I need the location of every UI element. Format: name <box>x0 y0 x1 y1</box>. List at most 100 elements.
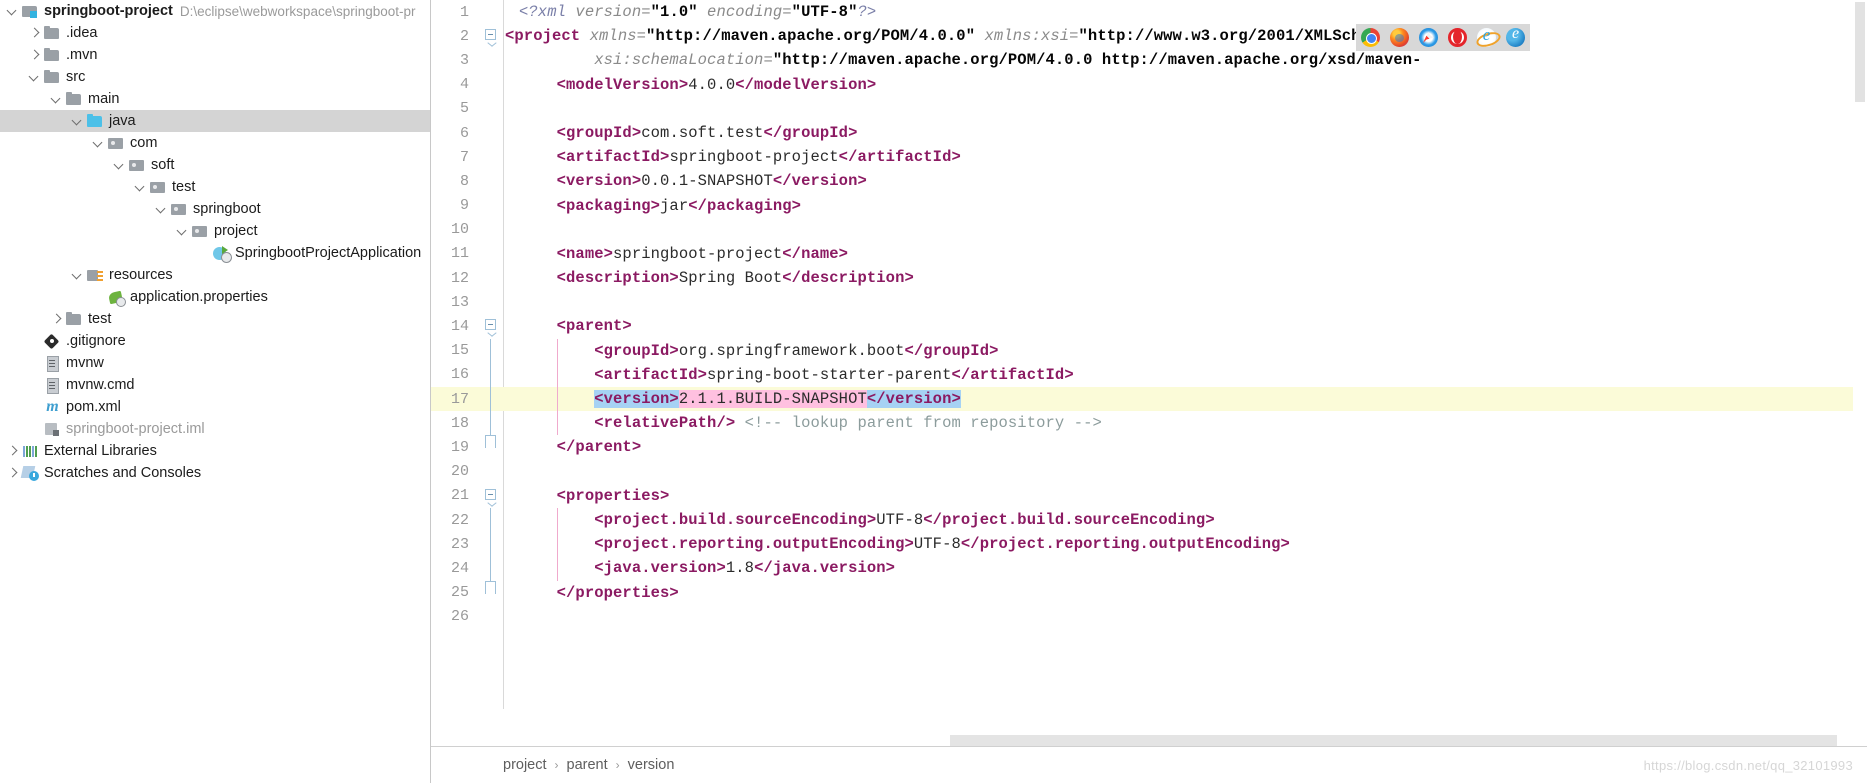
fold-gutter[interactable] <box>479 266 503 290</box>
code-line-text[interactable]: <version>2.1.1.BUILD-SNAPSHOT</version> <box>503 387 1867 412</box>
fold-gutter[interactable] <box>479 556 503 581</box>
fold-gutter[interactable] <box>479 24 503 48</box>
code-line-highlighted[interactable]: 17 <version>2.1.1.BUILD-SNAPSHOT</versio… <box>431 387 1867 412</box>
code-line[interactable]: 26 <box>431 605 1867 629</box>
fold-gutter[interactable] <box>479 314 503 338</box>
code-area[interactable]: 1 <?xml version="1.0" encoding="UTF-8"?>… <box>431 0 1867 709</box>
chevron-down-icon[interactable] <box>134 181 147 194</box>
chevron-down-icon[interactable] <box>155 203 168 216</box>
code-line[interactable]: 23 <project.reporting.outputEncoding>UTF… <box>431 532 1867 557</box>
chevron-right-icon[interactable] <box>28 49 41 62</box>
chevron-down-icon[interactable] <box>71 115 84 128</box>
tree-item-resources[interactable]: resources <box>0 264 430 286</box>
tree-item-project-package[interactable]: project <box>0 220 430 242</box>
code-line[interactable]: 9 <packaging>jar</packaging> <box>431 194 1867 218</box>
code-line-text[interactable]: <packaging>jar</packaging> <box>503 194 1867 218</box>
fold-gutter[interactable] <box>479 290 503 314</box>
code-line-text[interactable]: <?xml version="1.0" encoding="UTF-8"?> <box>503 0 1867 24</box>
fold-gutter[interactable] <box>479 411 503 436</box>
tree-item-mvnw-cmd[interactable]: mvnw.cmd <box>0 374 430 396</box>
code-editor-pane[interactable]: 1 <?xml version="1.0" encoding="UTF-8"?>… <box>430 0 1867 783</box>
chevron-right-icon[interactable] <box>6 467 19 480</box>
fold-gutter[interactable] <box>479 387 503 412</box>
chevron-down-icon[interactable] <box>92 137 105 150</box>
code-line-text[interactable]: <project.reporting.outputEncoding>UTF-8<… <box>503 532 1867 557</box>
code-line-text[interactable]: <groupId>com.soft.test</groupId> <box>503 121 1867 145</box>
fold-gutter[interactable] <box>479 145 503 169</box>
tree-item-iml[interactable]: springboot-project.iml <box>0 418 430 440</box>
tree-item-main[interactable]: main <box>0 88 430 110</box>
code-line-text[interactable]: <groupId>org.springframework.boot</group… <box>503 338 1867 363</box>
fold-gutter[interactable] <box>479 97 503 121</box>
fold-gutter[interactable] <box>479 169 503 193</box>
code-line[interactable]: 19 </parent> <box>431 435 1867 459</box>
fold-gutter[interactable] <box>479 605 503 629</box>
ie-icon[interactable] <box>1477 25 1496 47</box>
tree-item-com[interactable]: com <box>0 132 430 154</box>
code-line-text[interactable]: <description>Spring Boot</description> <box>503 266 1867 290</box>
fold-gutter[interactable] <box>479 242 503 266</box>
fold-gutter[interactable] <box>479 73 503 97</box>
code-line[interactable]: 3 xsi:schemaLocation="http://maven.apach… <box>431 48 1867 72</box>
code-line-text[interactable]: <project xmlns="http://maven.apache.org/… <box>503 24 1867 48</box>
code-line-text[interactable]: <relativePath/> <!-- lookup parent from … <box>503 411 1867 436</box>
edge-icon[interactable] <box>1506 25 1525 47</box>
fold-gutter[interactable] <box>479 194 503 218</box>
tree-item-java[interactable]: java <box>0 110 430 132</box>
tree-item-test-source[interactable]: test <box>0 308 430 330</box>
code-line-text[interactable]: <artifactId>spring-boot-starter-parent</… <box>503 362 1867 387</box>
tree-item-scratches-and-consoles[interactable]: Scratches and Consoles <box>0 462 430 484</box>
chevron-down-icon[interactable] <box>176 225 189 238</box>
code-line[interactable]: 4 <modelVersion>4.0.0</modelVersion> <box>431 73 1867 97</box>
tree-item-gitignore[interactable]: .gitignore <box>0 330 430 352</box>
code-line[interactable]: 13 <box>431 290 1867 314</box>
chevron-right-icon[interactable] <box>28 27 41 40</box>
scrollbar-thumb[interactable] <box>950 735 1837 746</box>
code-line[interactable]: 5 <box>431 97 1867 121</box>
code-line[interactable]: 10 <box>431 218 1867 242</box>
code-line[interactable]: 14 <parent> <box>431 314 1867 338</box>
fold-gutter[interactable] <box>479 580 503 605</box>
tree-item-springboot-project[interactable]: springboot-project D:\eclipse\webworkspa… <box>0 0 430 22</box>
code-line-text[interactable]: <properties> <box>503 484 1867 508</box>
code-line[interactable]: 11 <name>springboot-project</name> <box>431 242 1867 266</box>
tree-item-pom-xml[interactable]: m pom.xml <box>0 396 430 418</box>
breadcrumb-item-version[interactable]: version <box>628 757 675 773</box>
fold-gutter[interactable] <box>479 0 503 24</box>
chevron-right-icon[interactable] <box>6 445 19 458</box>
editor-vertical-scrollbar[interactable] <box>1853 0 1867 709</box>
breadcrumb-item-parent[interactable]: parent <box>567 757 608 773</box>
fold-gutter[interactable] <box>479 532 503 557</box>
code-line-text[interactable]: </parent> <box>503 435 1867 459</box>
tree-item-soft[interactable]: soft <box>0 154 430 176</box>
code-line[interactable]: 15 <groupId>org.springframework.boot</gr… <box>431 338 1867 363</box>
code-line[interactable]: 24 <java.version>1.8</java.version> <box>431 556 1867 581</box>
tree-item-springboot-project-application[interactable]: SpringbootProjectApplication <box>0 242 430 264</box>
fold-gutter[interactable] <box>479 460 503 484</box>
opera-icon[interactable] <box>1448 28 1467 47</box>
tree-item-external-libraries[interactable]: External Libraries <box>0 440 430 462</box>
editor-horizontal-scrollbar[interactable] <box>950 735 1867 746</box>
code-line[interactable]: 2 <project xmlns="http://maven.apache.or… <box>431 24 1867 48</box>
fold-gutter[interactable] <box>479 48 503 72</box>
code-line-text[interactable]: <artifactId>springboot-project</artifact… <box>503 145 1867 169</box>
code-line[interactable]: 22 <project.build.sourceEncoding>UTF-8</… <box>431 507 1867 533</box>
code-line-text[interactable]: <project.build.sourceEncoding>UTF-8</pro… <box>503 507 1867 533</box>
chevron-down-icon[interactable] <box>6 5 19 18</box>
code-line[interactable]: 1 <?xml version="1.0" encoding="UTF-8"?> <box>431 0 1867 24</box>
code-line-text[interactable]: <name>springboot-project</name> <box>503 242 1867 266</box>
tree-item-mvn[interactable]: .mvn <box>0 44 430 66</box>
chevron-down-icon[interactable] <box>113 159 126 172</box>
tree-item-test-package[interactable]: test <box>0 176 430 198</box>
tree-item-idea[interactable]: .idea <box>0 22 430 44</box>
fold-gutter[interactable] <box>479 484 503 508</box>
scrollbar-thumb[interactable] <box>1855 2 1865 102</box>
code-line-text[interactable]: xsi:schemaLocation="http://maven.apache.… <box>503 48 1867 72</box>
code-line-text[interactable]: </properties> <box>503 581 1867 605</box>
code-line[interactable]: 8 <version>0.0.1-SNAPSHOT</version> <box>431 169 1867 193</box>
tree-item-springboot-package[interactable]: springboot <box>0 198 430 220</box>
tree-item-mvnw[interactable]: mvnw <box>0 352 430 374</box>
chevron-down-icon[interactable] <box>28 71 41 84</box>
fold-gutter[interactable] <box>479 218 503 242</box>
firefox-icon[interactable] <box>1390 28 1409 47</box>
